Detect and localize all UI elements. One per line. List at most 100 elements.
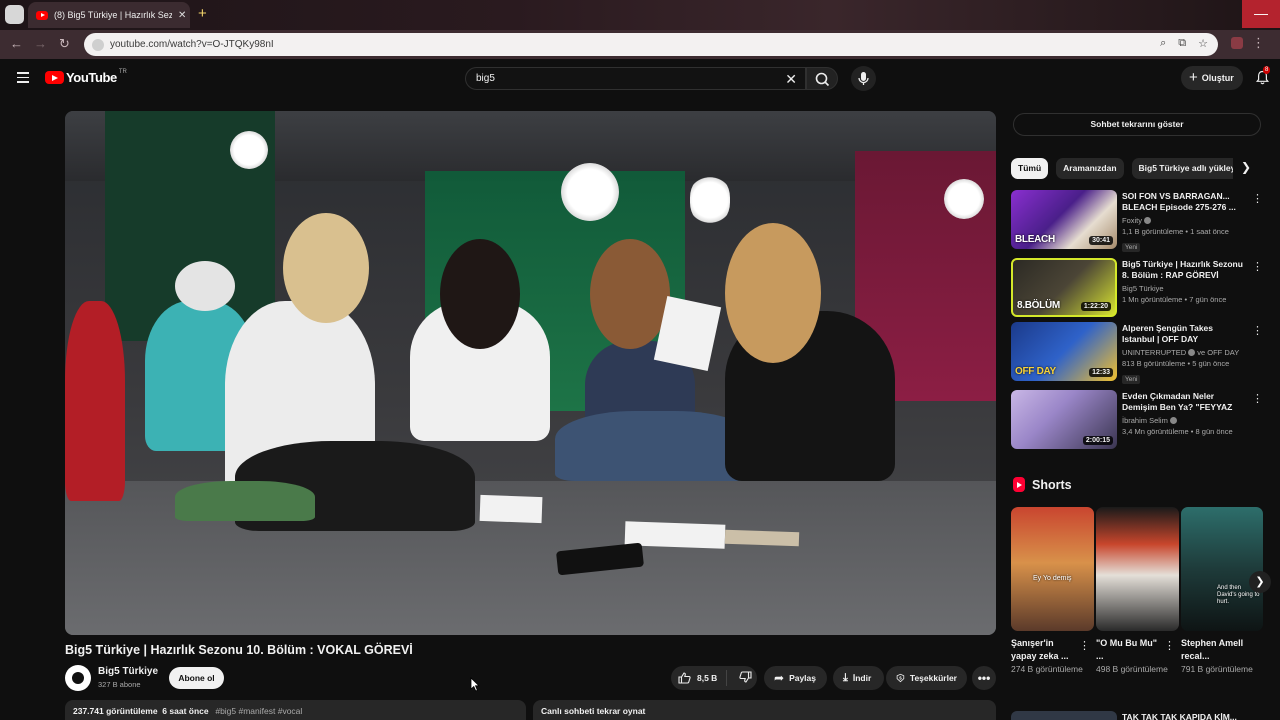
chip-from-search[interactable]: Aramanızdan	[1056, 158, 1124, 179]
zoom-icon[interactable]: ⌕	[1160, 37, 1166, 50]
notification-count-badge: 8	[1263, 66, 1271, 74]
recommendation-title[interactable]: Alperen Şengün Takes Istanbul | OFF DAY	[1122, 323, 1246, 345]
more-vertical-icon[interactable]: ⋮	[1252, 192, 1263, 205]
browser-profile-icon[interactable]	[5, 5, 24, 24]
reload-icon[interactable]: ↻	[59, 36, 70, 52]
recommendation-channel[interactable]: Foxity	[1122, 216, 1142, 225]
recommendation-title[interactable]: SOI FON VS BARRAGAN... BLEACH Episode 27…	[1122, 191, 1246, 213]
recommendation-item[interactable]: 8.BÖLÜM 1:22:20 Big5 Türkiye | Hazırlık …	[1011, 258, 1263, 318]
recommendation-channel-suffix[interactable]: ve OFF DAY	[1197, 348, 1239, 357]
recommendation-title[interactable]: Big5 Türkiye | Hazırlık Sezonu 8. Bölüm …	[1122, 259, 1246, 281]
close-tab-icon[interactable]: ✕	[178, 10, 186, 21]
channel-avatar[interactable]	[65, 665, 91, 691]
thumbs-up-icon	[678, 672, 691, 684]
install-app-icon[interactable]: ⧉	[1178, 37, 1186, 50]
short-title[interactable]: Stephen Amell recal...	[1181, 637, 1249, 663]
thanks-button[interactable]: $ Teşekkürler	[886, 666, 967, 690]
recommendation-age: 8 gün önce	[1195, 427, 1233, 436]
more-actions-button[interactable]: •••	[972, 666, 996, 690]
address-bar[interactable]: youtube.com/watch?v=O-JTQKy98nI ⌕ ⧉ ☆	[84, 33, 1218, 56]
recommendation-item[interactable]: TAK TAK TAK KAPIDA KİM...	[1011, 711, 1263, 720]
dislike-button[interactable]	[732, 671, 752, 685]
search-button[interactable]	[806, 67, 838, 90]
short-title[interactable]: "O Mu Bu Mu" ...	[1096, 637, 1164, 663]
forward-arrow-icon[interactable]: →	[34, 36, 47, 51]
more-vertical-icon[interactable]: ⋮	[1252, 260, 1263, 273]
chevron-right-icon[interactable]: ❯	[1241, 160, 1251, 174]
recommendation-channel[interactable]: İbrahim Selim	[1122, 416, 1168, 425]
clear-search-icon[interactable]: ✕	[785, 71, 797, 88]
search-input[interactable]	[476, 73, 756, 84]
search-box[interactable]: ✕	[465, 67, 806, 90]
thumbnail-text: BLEACH	[1015, 234, 1055, 245]
video-frame-lamp	[944, 179, 984, 219]
site-info-icon[interactable]	[92, 38, 104, 51]
video-thumbnail[interactable]: OFF DAY 12:33	[1011, 322, 1117, 381]
shorts-shelf-header: Shorts	[1013, 477, 1072, 492]
short-title[interactable]: Şanışer'in yapay zeka ...	[1011, 637, 1079, 663]
video-thumbnail[interactable]: BLEACH 30:41	[1011, 190, 1117, 249]
more-vertical-icon[interactable]: ⋮	[1079, 639, 1090, 652]
browser-menu-icon[interactable]: ⋮	[1252, 35, 1265, 51]
subscribe-button[interactable]: Abone ol	[169, 667, 224, 689]
more-vertical-icon[interactable]: ⋮	[1164, 639, 1175, 652]
short-views: 498 B görüntüleme	[1096, 664, 1168, 674]
thumbs-down-icon	[739, 671, 752, 683]
create-button[interactable]: + Oluştur	[1181, 66, 1243, 90]
shorts-next-button[interactable]: ❯	[1249, 571, 1271, 593]
youtube-favicon-icon	[36, 10, 48, 20]
short-thumbnail[interactable]: And then David's going to hurt.	[1181, 507, 1263, 631]
like-button[interactable]: 8,5 B	[671, 670, 727, 686]
short-thumbnail[interactable]: Ey Yo demiş	[1011, 507, 1094, 631]
recommendation-channel[interactable]: Big5 Türkiye	[1122, 284, 1164, 293]
show-chat-replay-button[interactable]: Sohbet tekrarını göster	[1013, 113, 1261, 136]
short-item[interactable]: And then David's going to hurt. Stephen …	[1181, 507, 1263, 676]
verified-icon	[1169, 417, 1177, 424]
hashtags[interactable]: #big5 #manifest #vocal	[215, 706, 302, 716]
recommendation-views: 813 B görüntüleme	[1122, 359, 1186, 368]
video-player[interactable]	[65, 111, 996, 635]
share-button[interactable]: ➦ Paylaş	[764, 666, 827, 690]
recommendation-title[interactable]: TAK TAK TAK KAPIDA KİM...	[1122, 712, 1237, 720]
video-thumbnail[interactable]: 8.BÖLÜM 1:22:20	[1011, 258, 1117, 317]
more-vertical-icon[interactable]: ⋮	[1252, 392, 1263, 405]
video-thumbnail[interactable]: 2:00:15	[1011, 390, 1117, 449]
youtube-logo[interactable]: YouTube TR	[45, 68, 127, 85]
like-dislike-group: 8,5 B	[671, 666, 757, 690]
more-vertical-icon[interactable]: ⋮	[1252, 324, 1263, 337]
chevron-right-icon: ❯	[1255, 576, 1265, 588]
download-button[interactable]: ⤓ İndir	[833, 666, 884, 690]
shorts-title: Shorts	[1032, 477, 1072, 492]
description-box[interactable]: 237.741 görüntüleme 6 saat önce #big5 #m…	[65, 700, 526, 720]
country-code: TR	[118, 68, 127, 75]
recommendation-title[interactable]: Evden Çıkmadan Neler Demişim Ben Ya? "FE…	[1122, 391, 1246, 413]
subscriber-count: 327 B abone	[98, 680, 141, 689]
short-thumbnail[interactable]	[1096, 507, 1179, 631]
thumbnail-text: OFF DAY	[1015, 366, 1056, 377]
short-item[interactable]: "O Mu Bu Mu" ... 498 B görüntüleme ⋮	[1096, 507, 1179, 676]
video-thumbnail[interactable]	[1011, 711, 1117, 720]
guide-menu-icon[interactable]	[17, 72, 29, 86]
browser-tab-strip: (8) Big5 Türkiye | Hazırlık Sezonu ✕ + —	[0, 0, 1280, 30]
window-minimize-button[interactable]: —	[1242, 0, 1280, 28]
notifications-button[interactable]: 8	[1255, 66, 1271, 90]
recommendation-item[interactable]: OFF DAY 12:33 Alperen Şengün Takes Istan…	[1011, 322, 1263, 384]
chip-all[interactable]: Tümü	[1011, 158, 1049, 179]
recommendation-item[interactable]: BLEACH 30:41 SOI FON VS BARRAGAN... BLEA…	[1011, 190, 1263, 252]
chip-uploader[interactable]: Big5 Türkiye adlı yükleyici	[1131, 158, 1233, 179]
video-title: Big5 Türkiye | Hazırlık Sezonu 10. Bölüm…	[65, 643, 413, 657]
recommendation-views: 1,1 B görüntüleme	[1122, 227, 1184, 236]
browser-tab-active[interactable]: (8) Big5 Türkiye | Hazırlık Sezonu ✕	[28, 2, 190, 28]
bookmark-star-icon[interactable]: ☆	[1198, 37, 1208, 50]
chat-replay-bar[interactable]: Canlı sohbeti tekrar oynat	[533, 700, 996, 720]
voice-search-button[interactable]	[851, 66, 876, 91]
url-text[interactable]: youtube.com/watch?v=O-JTQKy98nI	[110, 39, 274, 50]
new-tab-button[interactable]: +	[198, 6, 207, 21]
channel-name[interactable]: Big5 Türkiye	[98, 666, 158, 677]
extension-icon[interactable]	[1231, 37, 1243, 49]
recommendation-channel[interactable]: UNINTERRUPTED	[1122, 348, 1186, 357]
super-thanks-icon: $	[896, 673, 905, 683]
recommendation-item[interactable]: 2:00:15 Evden Çıkmadan Neler Demişim Ben…	[1011, 390, 1263, 450]
back-arrow-icon[interactable]: ←	[10, 36, 23, 51]
short-item[interactable]: Ey Yo demiş Şanışer'in yapay zeka ... 27…	[1011, 507, 1094, 676]
